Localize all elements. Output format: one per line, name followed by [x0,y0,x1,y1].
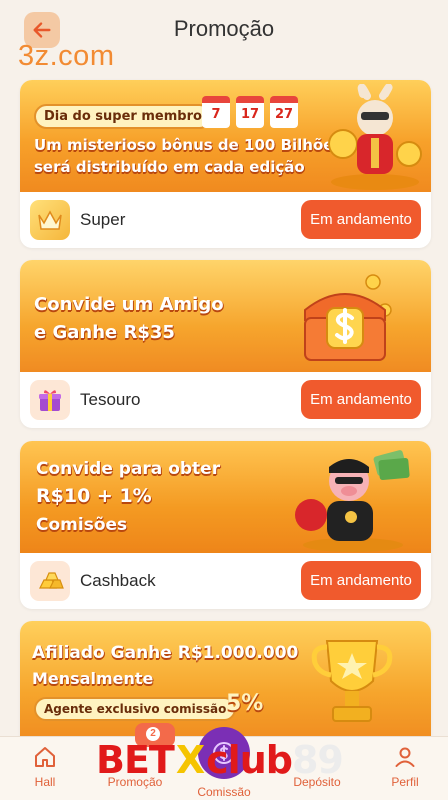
promo-label-tesouro: Tesouro [80,390,141,409]
rabbit-mascot-illustration [328,84,422,190]
promo-card-super[interactable]: Dia do super membro 7 17 27 Um misterios… [20,80,431,248]
promo-banner-afiliado[interactable]: Afiliado Ganhe R$1.000.000 Mensalmente A… [20,621,431,741]
nav-item-hall[interactable]: Hall [10,737,80,800]
crown-icon [30,200,70,240]
afiliado-agent-pill: Agente exclusivo comissão [34,697,237,721]
date-tile: 7 [202,96,230,128]
betxclub-logo-overlay: BET X club 89 [96,737,344,783]
logo-bet: BET [96,738,175,782]
promo-row-tesouro: Tesouro Em andamento [20,372,431,428]
promo-label-super: Super [80,210,126,229]
date-tile: 27 [270,96,298,128]
cashback-banner-line1: Convide para obter [36,459,221,479]
site-watermark: 3z.com [18,40,115,72]
cashback-banner-line3: Comisões [36,515,128,535]
afiliado-percent: 5% [226,691,264,716]
nav-label-hall: Hall [34,775,56,789]
status-button-super[interactable]: Em andamento [301,200,421,239]
tesouro-banner-line2: e Ganhe R$35 [34,322,175,343]
nav-label-comissao: Comissão [197,785,251,799]
nav-item-perfil[interactable]: Perfil [370,737,440,800]
logo-x: X [175,738,205,782]
cashback-banner-line2: R$10 + 1% [36,485,152,507]
user-icon [395,747,415,767]
afiliado-banner-line2: Mensalmente [32,669,154,688]
tesouro-banner-line1: Convide um Amigo [34,294,224,315]
afiliado-banner-line1: Afiliado Ganhe R$1.000.000 [32,643,299,663]
promo-banner-super[interactable]: Dia do super membro 7 17 27 Um misterios… [20,80,431,192]
super-member-pill: Dia do super membro [34,104,212,129]
logo-club: club [206,738,293,782]
super-banner-line2: será distribuído em cada edição [34,158,305,176]
gift-box-icon [30,380,70,420]
header: Promoção 3z.com [0,0,448,74]
nav-label-perfil: Perfil [391,775,419,789]
promo-row-super: Super Em andamento [20,192,431,248]
home-icon [35,747,55,767]
treasure-chest-illustration [304,274,392,361]
promo-banner-tesouro[interactable]: Convide um Amigo e Ganhe R$35 [20,260,431,372]
promo-card-tesouro[interactable]: Convide um Amigo e Ganhe R$35 Tesouro Em… [20,260,431,428]
promo-card-afiliado[interactable]: Afiliado Ganhe R$1.000.000 Mensalmente A… [20,621,431,741]
status-button-tesouro[interactable]: Em andamento [301,380,421,419]
gold-bars-icon [30,561,70,601]
logo-number: 89 [291,738,344,782]
date-tile: 17 [236,96,264,128]
promo-card-cashback[interactable]: Convide para obter R$10 + 1% Comisões Ca… [20,441,431,609]
pig-mascot-illustration [295,450,410,552]
trophy-illustration [311,640,393,722]
super-banner-line1: Um misterioso bônus de 100 Bilhões [34,136,343,154]
promo-row-cashback: Cashback Em andamento [20,553,431,609]
promo-label-cashback: Cashback [80,571,156,590]
status-button-cashback[interactable]: Em andamento [301,561,421,600]
bottom-navigation: Hall 2 Promoção Comissão Depósito Perfil… [0,723,448,800]
page-title: Promoção [173,16,275,41]
promo-banner-cashback[interactable]: Convide para obter R$10 + 1% Comisões [20,441,431,553]
